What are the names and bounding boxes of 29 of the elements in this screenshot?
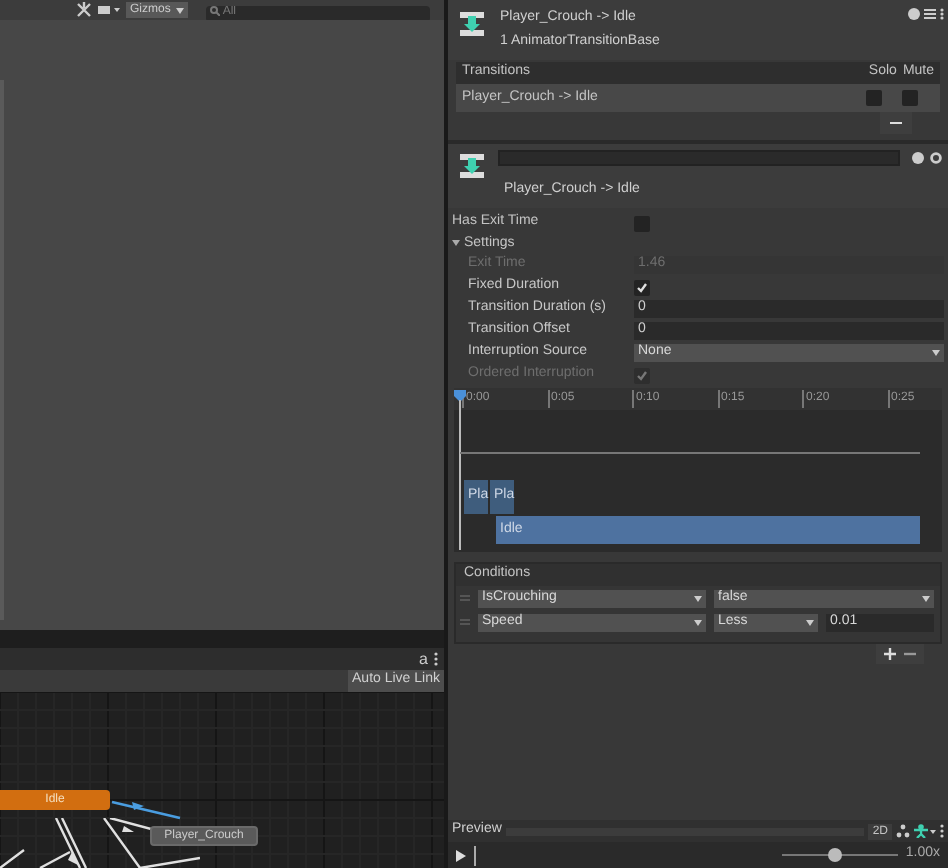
add-icon[interactable] (884, 648, 896, 660)
slider-thumb[interactable] (827, 848, 842, 862)
tools-icon[interactable] (76, 2, 92, 18)
search-icon (210, 5, 221, 15)
caret-icon (806, 619, 814, 625)
drag-handle-icon[interactable] (460, 594, 470, 602)
transition-icon (460, 12, 484, 36)
caret-icon (176, 7, 185, 13)
caret-icon (922, 595, 930, 601)
gear-icon[interactable] (930, 152, 942, 164)
caret-icon (932, 350, 940, 356)
drag-handle-icon[interactable] (460, 618, 470, 626)
lock-toggle[interactable]: a (419, 647, 428, 671)
checkbox[interactable] (866, 90, 882, 106)
camera-icon[interactable] (98, 4, 120, 16)
checkbox[interactable] (902, 90, 918, 106)
caret-icon (694, 595, 702, 601)
pivot-icon[interactable] (896, 824, 910, 838)
check-icon (636, 281, 648, 293)
name-field[interactable] (498, 150, 900, 166)
avatar-figure-icon[interactable] (914, 824, 936, 838)
remove-button[interactable] (880, 112, 912, 134)
caret-icon (694, 619, 702, 625)
check-icon (636, 369, 648, 381)
caret-icon (452, 240, 460, 248)
transition-icon (460, 154, 484, 178)
remove-icon[interactable] (904, 648, 916, 660)
playhead-marker[interactable] (454, 390, 466, 550)
play-icon[interactable] (456, 849, 466, 861)
